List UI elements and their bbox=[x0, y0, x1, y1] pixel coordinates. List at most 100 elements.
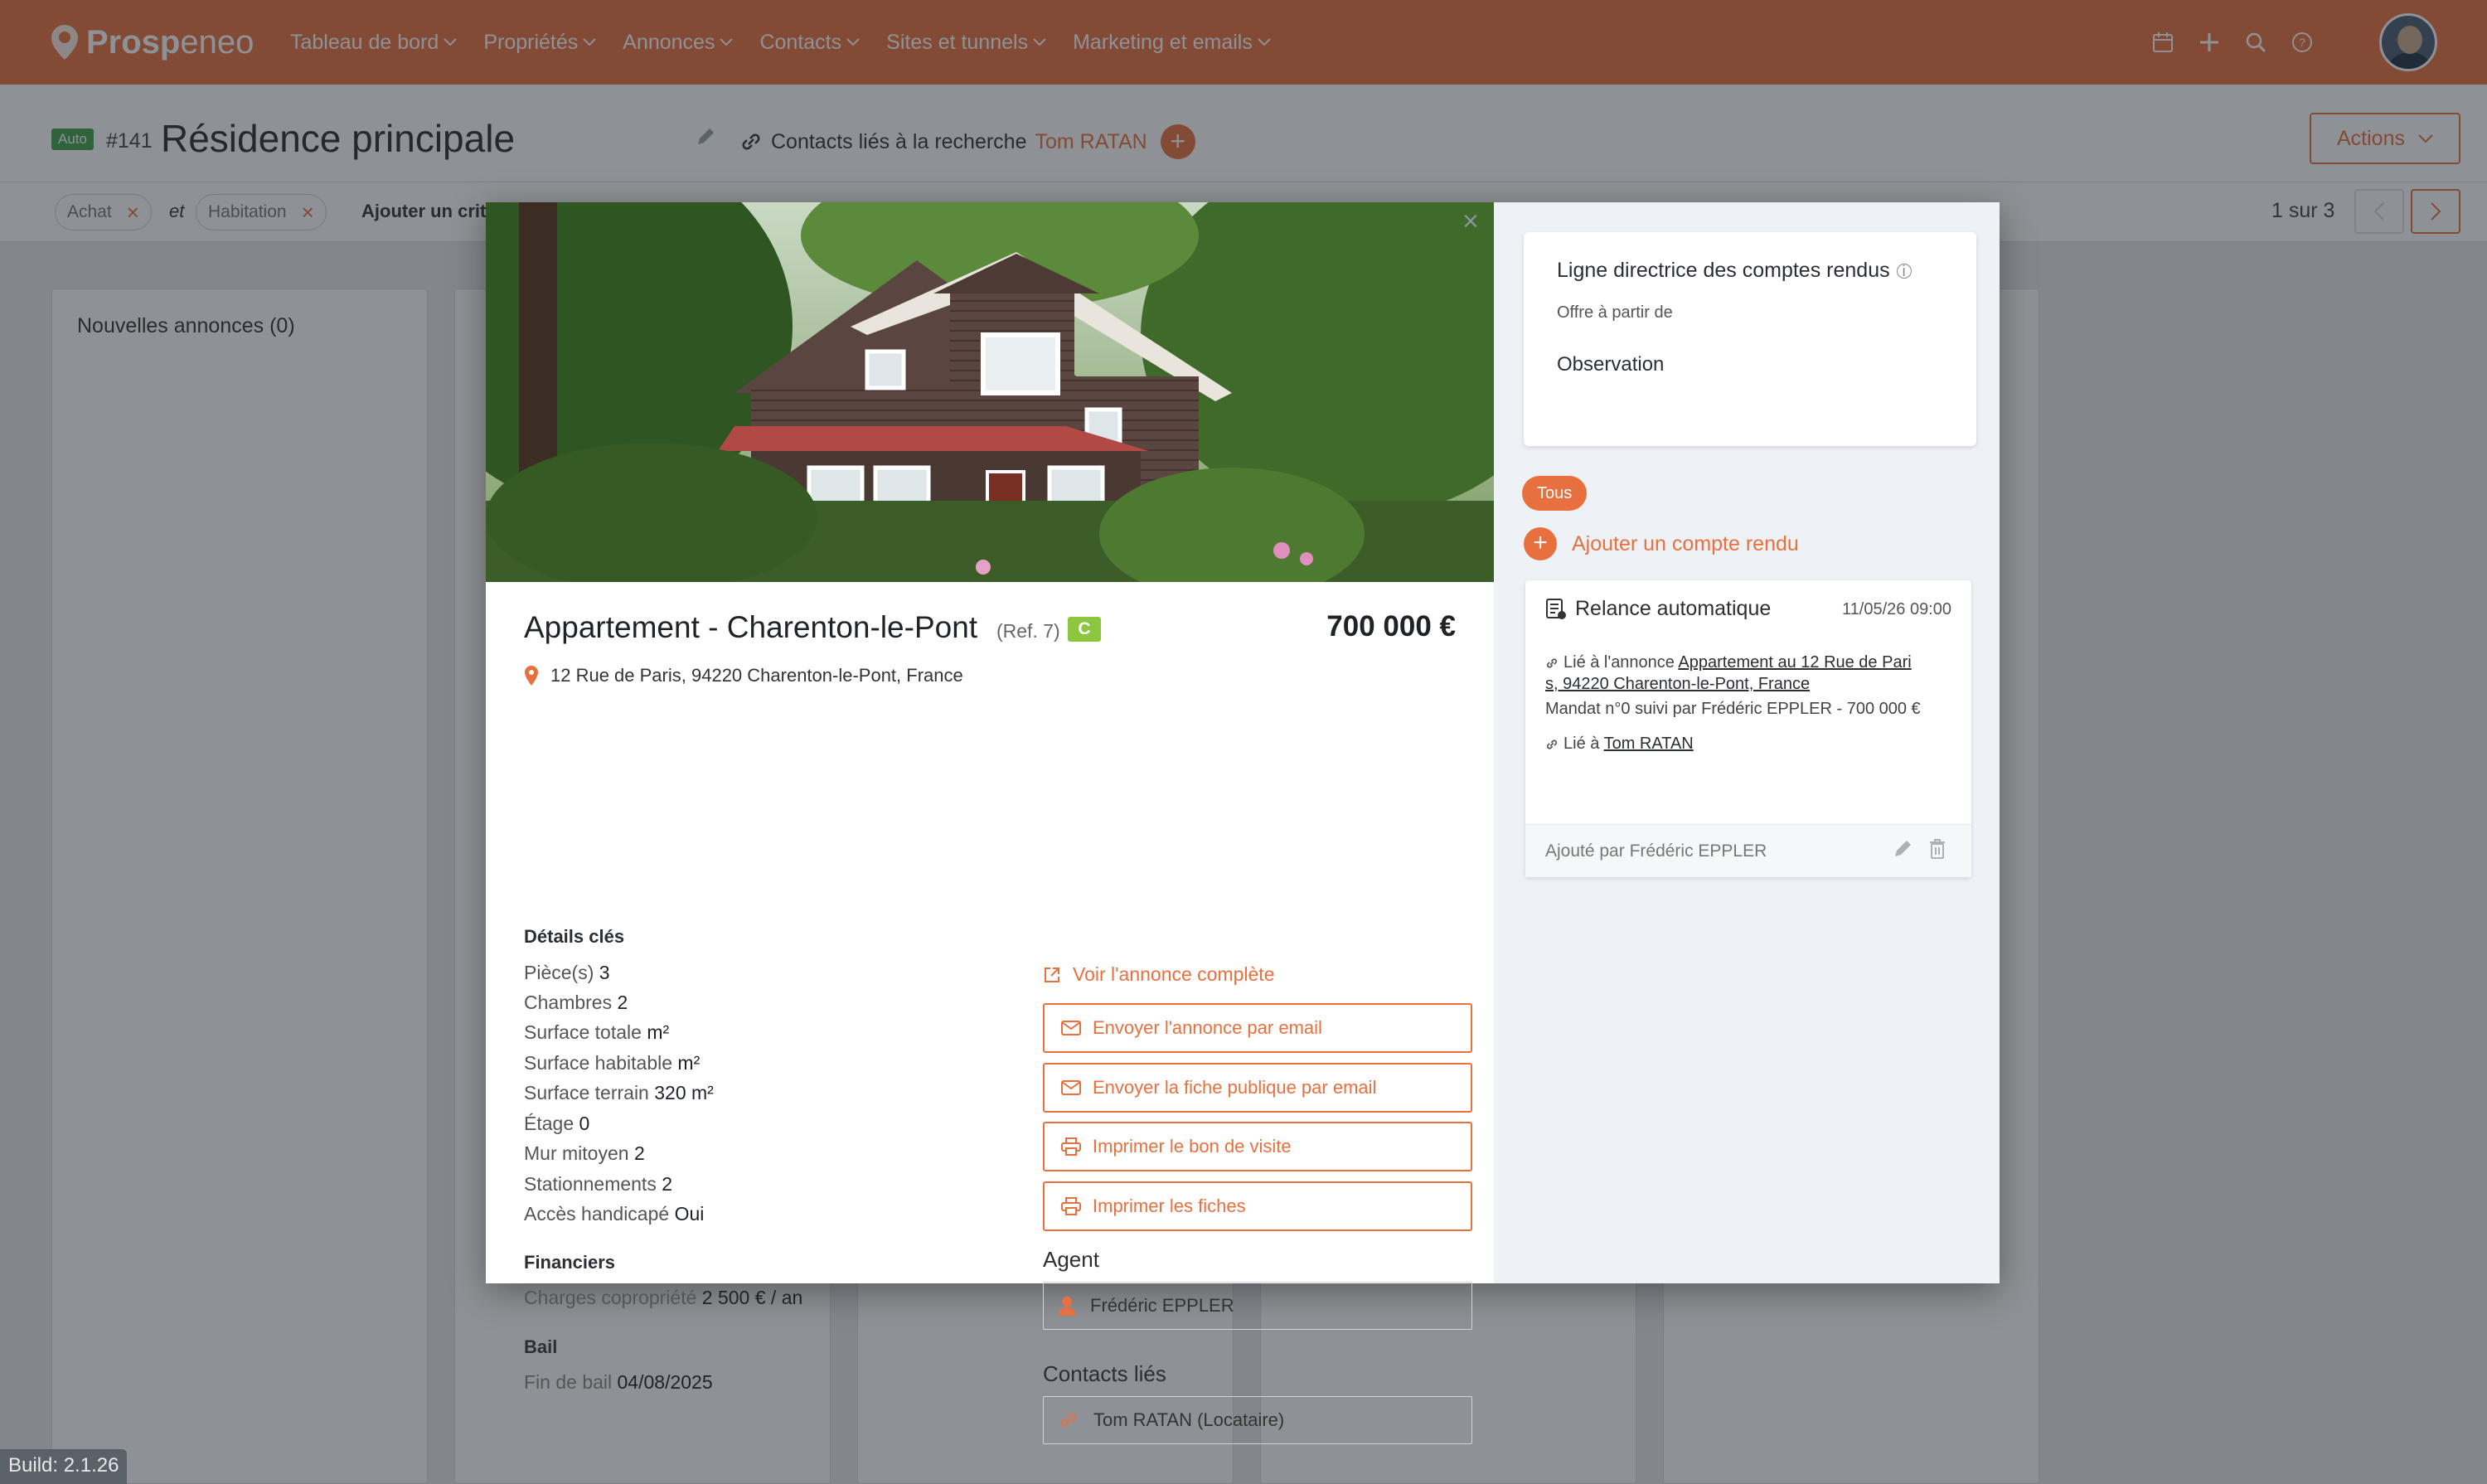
report-card: Relance automatique 11/05/26 09:00 Lié à… bbox=[1525, 580, 1971, 877]
linked-listing-link-line-1[interactable]: Appartement au 12 Rue de Pari bbox=[1678, 653, 1911, 672]
detail-label: Accès handicapé bbox=[524, 1203, 670, 1225]
button-label: Imprimer le bon de visite bbox=[1093, 1136, 1292, 1157]
detail-value: 0 bbox=[579, 1113, 590, 1134]
link-icon bbox=[1061, 1413, 1076, 1428]
report-date: 11/05/26 09:00 bbox=[1842, 600, 1951, 618]
detail-label: Étage bbox=[524, 1113, 574, 1134]
print-visit-voucher-button[interactable]: Imprimer le bon de visite bbox=[1043, 1122, 1472, 1171]
report-document-icon bbox=[1546, 598, 1566, 619]
button-label: Imprimer les fiches bbox=[1093, 1195, 1246, 1216]
detail-label: Fin de bail bbox=[524, 1371, 613, 1393]
detail-condo-fees: Charges copropriété 2 500 € / an bbox=[524, 1287, 802, 1309]
report-title: Relance automatique bbox=[1575, 597, 1772, 620]
detail-value: 2 bbox=[633, 1142, 645, 1164]
key-details-heading: Détails clés bbox=[524, 926, 625, 947]
report-actions bbox=[1892, 838, 1946, 860]
paperclip-icon bbox=[1546, 658, 1558, 668]
guideline-observation: Observation bbox=[1557, 353, 1665, 376]
guideline-title-text: Ligne directrice des comptes rendus bbox=[1557, 259, 1890, 282]
detail-floor: Étage 0 bbox=[524, 1113, 589, 1135]
detail-label: Surface habitable bbox=[524, 1052, 673, 1074]
detail-parking: Stationnements 2 bbox=[524, 1173, 672, 1195]
linked-contact-text: Tom RATAN (Locataire) bbox=[1093, 1409, 1285, 1430]
report-linked-contact: Lié à Tom RATAN bbox=[1545, 733, 1960, 754]
button-label: Envoyer l'annonce par email bbox=[1093, 1017, 1322, 1038]
view-full-listing-link[interactable]: Voir l'annonce complète bbox=[1043, 963, 1275, 986]
listing-title: Appartement - Charenton-le-Pont bbox=[524, 610, 978, 644]
report-footer: Ajouté par Frédéric EPPLER bbox=[1525, 824, 1971, 877]
detail-rooms: Pièce(s) 3 bbox=[524, 962, 610, 984]
send-public-sheet-email-button[interactable]: Envoyer la fiche publique par email bbox=[1043, 1063, 1472, 1113]
energy-class-badge: C bbox=[1068, 617, 1101, 642]
close-modal-icon[interactable]: × bbox=[1462, 207, 1479, 235]
map-pin-icon bbox=[525, 666, 538, 686]
listing-price: 700 000 € bbox=[1326, 610, 1456, 643]
mail-icon bbox=[1061, 1021, 1081, 1035]
detail-label: Stationnements bbox=[524, 1173, 657, 1195]
linked-listing-prefix: Lié à l'annonce bbox=[1563, 653, 1675, 672]
listing-details-panel: Appartement - Charenton-le-Pont (Ref. 7)… bbox=[486, 582, 1494, 1444]
detail-label: Surface terrain bbox=[524, 1082, 649, 1103]
detail-label: Surface totale bbox=[524, 1021, 642, 1043]
financial-heading: Financiers bbox=[524, 1252, 616, 1273]
detail-value: 3 bbox=[599, 962, 610, 983]
build-version: Build: 2.1.26 bbox=[0, 1449, 128, 1484]
detail-value: 320 m² bbox=[654, 1082, 714, 1103]
agent-heading: Agent bbox=[1043, 1247, 1099, 1272]
paperclip-icon bbox=[1546, 740, 1558, 749]
listing-reference: (Ref. 7) bbox=[996, 620, 1060, 642]
detail-label: Pièce(s) bbox=[524, 962, 594, 983]
detail-value: Oui bbox=[674, 1203, 705, 1225]
detail-label: Chambres bbox=[524, 992, 613, 1013]
plus-icon: + bbox=[1524, 527, 1557, 560]
linked-contact-field[interactable]: Tom RATAN (Locataire) bbox=[1043, 1396, 1472, 1444]
linked-contacts-heading: Contacts liés bbox=[1043, 1361, 1166, 1386]
add-report-label: Ajouter un compte rendu bbox=[1572, 531, 1799, 555]
send-listing-email-button[interactable]: Envoyer l'annonce par email bbox=[1043, 1003, 1472, 1053]
printer-icon bbox=[1061, 1137, 1081, 1156]
agent-name: Frédéric EPPLER bbox=[1090, 1295, 1234, 1316]
report-guideline-card: Ligne directrice des comptes rendus i Of… bbox=[1524, 232, 1976, 446]
button-label: Envoyer la fiche publique par email bbox=[1093, 1077, 1377, 1098]
report-linked-listing: Lié à l'annonce Appartement au 12 Rue de… bbox=[1545, 652, 1960, 695]
linked-listing-link-line-2[interactable]: s, 94220 Charenton-le-Pont, France bbox=[1545, 675, 1810, 693]
view-full-label: Voir l'annonce complète bbox=[1073, 963, 1275, 985]
detail-label: Charges copropriété bbox=[524, 1287, 697, 1308]
listing-address: 12 Rue de Paris, 94220 Charenton-le-Pont… bbox=[524, 665, 963, 686]
edit-pencil-icon[interactable] bbox=[1892, 838, 1913, 860]
detail-land-surface: Surface terrain 320 m² bbox=[524, 1082, 714, 1104]
mail-icon bbox=[1061, 1080, 1081, 1095]
detail-value: m² bbox=[647, 1021, 670, 1043]
guideline-offer: Offre à partir de bbox=[1557, 303, 1673, 322]
info-icon[interactable]: i bbox=[1896, 263, 1912, 279]
lease-heading: Bail bbox=[524, 1336, 558, 1357]
filter-all-pill[interactable]: Tous bbox=[1522, 476, 1588, 511]
linked-contact-link[interactable]: Tom RATAN bbox=[1604, 735, 1694, 753]
detail-value: m² bbox=[677, 1052, 701, 1074]
person-icon bbox=[1059, 1297, 1075, 1316]
report-header: Relance automatique bbox=[1545, 597, 1771, 621]
add-report-button[interactable]: + Ajouter un compte rendu bbox=[1524, 527, 1799, 560]
trash-icon[interactable] bbox=[1928, 838, 1946, 860]
detail-total-surface: Surface totale m² bbox=[524, 1021, 669, 1044]
detail-value: 04/08/2025 bbox=[617, 1371, 713, 1393]
agent-field[interactable]: Frédéric EPPLER bbox=[1043, 1282, 1472, 1330]
detail-accessibility: Accès handicapé Oui bbox=[524, 1203, 704, 1225]
detail-party-wall: Mur mitoyen 2 bbox=[524, 1142, 645, 1165]
report-mandate: Mandat n°0 suivi par Frédéric EPPLER - 7… bbox=[1545, 700, 1921, 718]
detail-value: 2 500 € / an bbox=[701, 1287, 803, 1308]
detail-lease-end: Fin de bail 04/08/2025 bbox=[524, 1371, 713, 1394]
address-text: 12 Rue de Paris, 94220 Charenton-le-Pont… bbox=[550, 665, 963, 686]
report-added-by: Ajouté par Frédéric EPPLER bbox=[1545, 841, 1767, 861]
guideline-title: Ligne directrice des comptes rendus i bbox=[1557, 259, 1912, 283]
detail-value: 2 bbox=[662, 1173, 673, 1195]
detail-living-surface: Surface habitable m² bbox=[524, 1052, 700, 1074]
house-photo-image bbox=[486, 202, 1494, 582]
print-sheets-button[interactable]: Imprimer les fiches bbox=[1043, 1181, 1472, 1231]
detail-bedrooms: Chambres 2 bbox=[524, 992, 628, 1014]
property-photo bbox=[486, 202, 1494, 582]
linked-contact-prefix: Lié à bbox=[1563, 735, 1600, 753]
detail-label: Mur mitoyen bbox=[524, 1142, 629, 1164]
printer-icon bbox=[1061, 1197, 1081, 1215]
external-link-icon bbox=[1045, 967, 1059, 982]
